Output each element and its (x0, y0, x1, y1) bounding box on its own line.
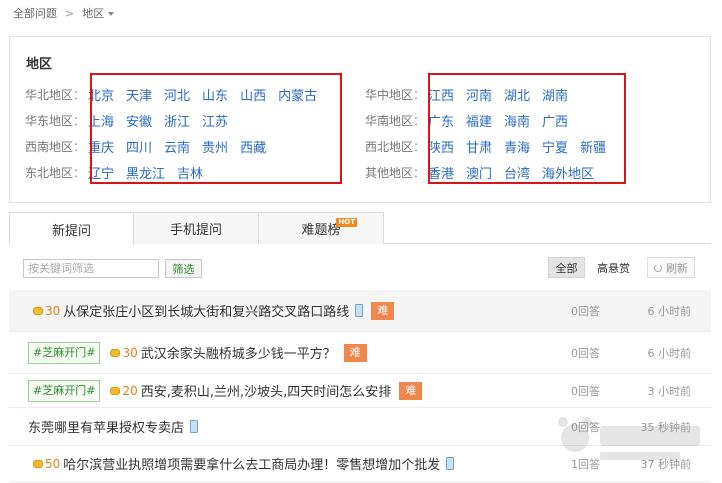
refresh-label: 刷新 (666, 261, 688, 275)
region-group-label: 西南地区： (25, 138, 88, 155)
region-group-label: 其他地区： (365, 164, 428, 181)
tab-new-questions[interactable]: 新提问 (9, 212, 134, 245)
question-title-link[interactable]: 武汉余家头融桥城多少钱一平方？ (141, 343, 336, 362)
hard-badge: 难 (371, 301, 395, 320)
question-row: 30 从保定张庄小区到长城大街和复兴路交叉路口路线 难 0回答 6 小时前 (9, 290, 711, 332)
region-group-name: 华南地区 (365, 113, 414, 128)
question-tabs: 新提问 手机提问 难题榜 HOT (9, 212, 711, 245)
question-time: 35 秒钟前 (640, 420, 692, 434)
region-group-label: 华中地区： (365, 86, 428, 103)
region-group-label: 华南地区： (365, 112, 428, 129)
region-colon: ： (73, 165, 86, 180)
coin-icon (110, 386, 121, 395)
region-colon: ： (413, 113, 426, 128)
question-row: #芝麻开门# 20 西安,麦积山,兰州,沙坡头,四天时间怎么安排难 0回答 3 小时前 (9, 374, 711, 408)
question-time: 37 秒钟前 (640, 457, 692, 471)
region-panel: 地区 华北地区： 北京 天津 河北 山东 山西 内蒙古 华东地区： 上海 安徽 浙江 江苏 西南地区：重… (9, 36, 711, 203)
question-time: 3 小时前 (647, 384, 692, 398)
answer-count: 0回答 (571, 384, 600, 398)
question-main: #芝麻开门# 30 武汉余家头融桥城多少钱一平方？ 难 (28, 332, 367, 373)
highlight-frame-right (428, 73, 626, 184)
question-title-link[interactable]: 从保定张庄小区到长城大街和复兴路交叉路口路线 (63, 301, 349, 320)
answer-count: 0回答 (571, 304, 600, 318)
reward-amount: 30 (45, 303, 61, 318)
breadcrumb-home-link[interactable]: 全部问题 (13, 5, 57, 21)
region-group-label: 西北地区： (365, 138, 428, 155)
region-title: 地区 (26, 57, 53, 72)
sort-all-button[interactable]: 全部 (548, 257, 585, 278)
breadcrumb-separator: > (65, 6, 75, 20)
region-colon: ： (413, 139, 426, 154)
keyword-filter-input[interactable] (23, 259, 159, 278)
reward-amount: 20 (122, 383, 138, 398)
breadcrumb-current[interactable]: 地区 (82, 5, 104, 21)
hard-badge: 难 (399, 381, 423, 400)
region-colon: ： (73, 87, 86, 102)
region-group-name: 华东地区 (25, 113, 74, 128)
refresh-icon (654, 263, 662, 272)
question-title-link[interactable]: 东莞哪里有苹果授权专卖店 (28, 417, 184, 436)
region-group-name: 东北地区 (25, 165, 74, 180)
question-time: 6 小时前 (647, 346, 692, 360)
tab-mobile-questions[interactable]: 手机提问 (133, 212, 259, 244)
region-group-label: 东北地区： (25, 164, 88, 181)
question-title-link[interactable]: 西安,麦积山,兰州,沙坡头,四天时间怎么安排 (141, 381, 392, 400)
question-row: 50 哈尔滨营业执照增项需要拿什么去工商局办理！零售想增加个批发 1回答 37 秒钟前 (9, 446, 711, 482)
question-main: 30 从保定张庄小区到长城大街和复兴路交叉路口路线 难 (33, 290, 395, 331)
region-group-name: 西北地区 (365, 139, 414, 154)
filter-button[interactable]: 筛选 (165, 259, 202, 278)
tab-label: 新提问 (51, 223, 91, 239)
sort-high-reward-button[interactable]: 高悬赏 (597, 257, 630, 278)
mobile-phone-icon (190, 420, 199, 433)
region-group-name: 华中地区 (365, 87, 414, 102)
reward-amount: 50 (45, 456, 61, 471)
question-row: #芝麻开门# 30 武汉余家头融桥城多少钱一平方？ 难 0回答 6 小时前 (9, 332, 711, 374)
region-colon: ： (413, 165, 426, 180)
region-group-label: 华北地区： (25, 86, 88, 103)
answer-count: 1回答 (571, 457, 600, 471)
region-group-name: 华北地区 (25, 87, 74, 102)
reward-amount: 30 (122, 345, 138, 360)
question-time: 6 小时前 (647, 304, 692, 318)
region-group-name: 西南地区 (25, 139, 74, 154)
hot-badge: HOT (336, 218, 357, 227)
tab-label: 难题榜 (301, 223, 341, 238)
tab-hard-questions[interactable]: 难题榜 HOT (258, 212, 384, 244)
tab-label: 手机提问 (169, 223, 222, 238)
region-group-name: 其他地区 (365, 165, 414, 180)
topic-tag[interactable]: #芝麻开门# (28, 341, 101, 364)
region-group-label: 华东地区： (25, 112, 88, 129)
coin-icon (33, 306, 43, 315)
region-colon: ： (73, 113, 86, 128)
mobile-phone-icon (355, 304, 364, 317)
mobile-phone-icon (446, 457, 455, 470)
coin-icon (33, 459, 43, 468)
region-colon: ： (73, 139, 86, 154)
topic-tag[interactable]: #芝麻开门# (28, 379, 101, 402)
question-main: 东莞哪里有苹果授权专卖店 (28, 408, 199, 445)
region-colon: ： (413, 87, 426, 102)
highlight-frame-left (90, 73, 342, 184)
answer-count: 0回答 (571, 420, 600, 434)
hard-badge: 难 (343, 343, 367, 362)
question-title-link[interactable]: 哈尔滨营业执照增项需要拿什么去工商局办理！零售想增加个批发 (63, 454, 440, 473)
question-main: #芝麻开门# 20 西安,麦积山,兰州,沙坡头,四天时间怎么安排难 (28, 374, 423, 407)
answer-count: 0回答 (571, 346, 600, 360)
refresh-button[interactable]: 刷新 (647, 257, 695, 278)
question-main: 50 哈尔滨营业执照增项需要拿什么去工商局办理！零售想增加个批发 (33, 446, 455, 481)
question-row: 东莞哪里有苹果授权专卖店 0回答 35 秒钟前 (9, 408, 711, 446)
chevron-down-icon[interactable] (108, 12, 115, 16)
breadcrumb: 全部问题 > 地区 (13, 5, 115, 21)
coin-icon (110, 348, 121, 357)
